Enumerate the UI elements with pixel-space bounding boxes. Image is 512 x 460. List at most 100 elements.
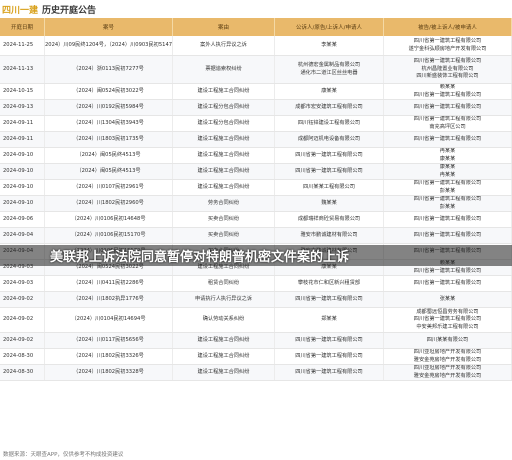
cell-case-number-line: （2024）闽05民终4513号 <box>76 151 141 158</box>
cell-cause-line: 建设工程施工合同纠纷 <box>197 135 250 142</box>
table-row[interactable]: 2024-09-06 （2024）川0106民初14648号 买卖合同纠纷 成都瑞祥商… <box>0 212 512 228</box>
cell-plaintiff-line: 成都瑞祥商砼贸易有限公司 <box>297 215 361 222</box>
cell-plaintiff-line: 四川某某工程有限公司 <box>303 183 355 190</box>
cell-plaintiff: 成都阿迈机电设备有限公司 <box>275 132 384 147</box>
page-title: 历史开庭公告 <box>42 5 97 16</box>
cell-defendant-line: 四川省第一建筑工程有限公司 <box>413 37 482 44</box>
cell-plaintiff: 四川省第一建筑工程有限公司 <box>275 164 384 179</box>
cell-cause: 案外人执行异议之诉 <box>173 36 275 55</box>
cell-defendant-line: 中安美邦乐建工程有限公司 <box>416 323 479 330</box>
column-header-defendant[interactable]: 被告/被上诉人/被申请人 <box>384 18 512 36</box>
cell-defendant: 康某某 冉某某 <box>384 164 512 179</box>
cell-cause: 建设工程分包合同纠纷 <box>173 100 275 115</box>
table-body: 2024-11-25 （2024）川09民终1204号，（2024）川0903民初… <box>0 36 512 381</box>
brand-label: 四川一建 <box>2 5 39 16</box>
cell-cause: 申请执行人执行异议之诉 <box>173 292 275 307</box>
cell-cause-line: 建设工程分包合同纠纷 <box>197 119 250 126</box>
cell-date: 2024-09-02 <box>0 292 45 307</box>
table-row[interactable]: 2024-09-10 （2024）川0107民初2961号 建设工程施工合同纠纷 四川… <box>0 180 512 196</box>
table-header: 开庭日期 案号 案由 公诉人/原告/上诉人/申请人 被告/被上诉人/被申请人 <box>0 18 512 36</box>
court-notice-table: 开庭日期 案号 案由 公诉人/原告/上诉人/申请人 被告/被上诉人/被申请人 2… <box>0 18 512 381</box>
cell-case-number: （2024）川0107民初2961号 <box>45 180 173 195</box>
cell-cause: 建设工程施工合同纠纷 <box>173 333 275 348</box>
cell-case-number-line: （2024）川0107民初2961号 <box>73 183 144 190</box>
table-row[interactable]: 2024-09-02 （2024）川1802执异1776号 申请执行人执行异议之诉 四… <box>0 292 512 308</box>
cell-case-number: （2024）闽0524民初3022号 <box>45 84 173 99</box>
cell-date: 2024-11-25 <box>0 36 45 55</box>
news-banner[interactable]: 美联邦上诉法院同意暂停对特朗普机密文件案的上诉 <box>0 245 512 266</box>
table-row[interactable]: 2024-09-04 （2024）川0106民初15170号 买卖合同纠纷 雅安市鹏诚… <box>0 228 512 244</box>
cell-defendant-line: 四川省第一建筑工程有限公司 <box>413 135 482 142</box>
cell-defendant: 赖某某四川省第一建筑工程有限公司 <box>384 84 512 99</box>
table-row[interactable]: 2024-11-25 （2024）川09民终1204号，（2024）川0903民初… <box>0 36 512 56</box>
cell-defendant-line: 四川省第一建筑工程有限公司 <box>413 116 482 122</box>
cell-plaintiff: 成都市宏安建筑工程有限公司 <box>275 100 384 115</box>
table-row[interactable]: 2024-09-02 （2024）川0117民初5656号 建设工程施工合同纠纷 四川… <box>0 333 512 349</box>
cell-case-number-line: （2024）川0106民初14648号 <box>71 215 146 222</box>
cell-case-number-line: （2024）川0104民初14694号 <box>71 316 146 323</box>
cell-plaintiff-line: 四川省第一建筑工程有限公司 <box>295 368 363 375</box>
table-row[interactable]: 2024-09-03 （2024）川0411民初2286号 租赁合同纠纷 攀枝花市仁和… <box>0 276 512 292</box>
cell-case-number-line: （2024）浙0113民初7277号 <box>73 65 144 72</box>
cell-date: 2024-09-02 <box>0 333 45 348</box>
table-row[interactable]: 2024-09-11 （2024）川1304民初3943号 建设工程分包合同纠纷 四川… <box>0 116 512 132</box>
cell-case-number: （2024）川09民终1204号，（2024）川0903民初5147号 <box>45 36 173 55</box>
cell-plaintiff: 攀枝花市仁和区新兴租赁部 <box>275 276 384 291</box>
cell-defendant: 四川省第一建筑工程有限公司 彭某某 <box>384 196 512 211</box>
cell-date: 2024-09-06 <box>0 212 45 227</box>
table-row[interactable]: 2024-08-30 （2024）川1802民初3326号 建设工程施工合同纠纷 四川… <box>0 349 512 365</box>
cell-case-number: （2024）川0106民初14648号 <box>45 212 173 227</box>
cell-cause-line: 确认劳动关系纠纷 <box>202 316 245 323</box>
cell-date: 2024-10-15 <box>0 84 45 99</box>
column-header-date[interactable]: 开庭日期 <box>0 18 45 36</box>
column-header-case-number[interactable]: 案号 <box>45 18 173 36</box>
cell-defendant-line: 康某某 <box>439 164 456 170</box>
table-row[interactable]: 2024-09-13 （2024）川0192民初5984号 建设工程分包合同纠纷 成都… <box>0 100 512 116</box>
column-header-cause[interactable]: 案由 <box>173 18 275 36</box>
cell-plaintiff-line: 四川钰锌建设工程有限公司 <box>297 119 361 126</box>
cell-date: 2024-08-30 <box>0 365 45 380</box>
table-row[interactable]: 2024-08-30 （2024）川1802民初3328号 建设工程施工合同纠纷 四川… <box>0 365 512 381</box>
table-row[interactable]: 2024-11-13 （2024）浙0113民初7277号 票据追索权纠纷 杭州德宏金… <box>0 56 512 84</box>
table-row[interactable]: 2024-09-02 （2024）川0104民初14694号 确认劳动关系纠纷 郑某某… <box>0 308 512 333</box>
table-row[interactable]: 2024-09-10 （2024）川1802民初2960号 劳务合同纠纷 魏某某 四川省… <box>0 196 512 212</box>
cell-defendant: 四川亚坦房地产开发有限公司 雅安金苑房地产开发有限公司 <box>384 349 512 364</box>
cell-date: 2024-08-30 <box>0 349 45 364</box>
table-row[interactable]: 2024-09-10 （2024）闽05民终4513号 建设工程施工合同纠纷 四川省第… <box>0 148 512 164</box>
cell-cause-line: 申请执行人执行异议之诉 <box>194 295 253 302</box>
cell-case-number-line: （2024）川1802民初2960号 <box>73 199 144 206</box>
cell-defendant-line: 张某某 <box>439 295 456 302</box>
cell-cause-line: 建设工程施工合同纠纷 <box>197 352 250 359</box>
cell-case-number-line: （2024）川09民终1204号，（2024）川0903民初5147号 <box>45 41 173 48</box>
cell-plaintiff: 四川省第一建筑工程有限公司 <box>275 148 384 163</box>
cell-plaintiff-line: 康某某 <box>321 87 337 94</box>
cell-defendant-line: 四川亚坦房地产开发有限公司 <box>413 365 482 371</box>
column-header-plaintiff[interactable]: 公诉人/原告/上诉人/申请人 <box>275 18 384 36</box>
cell-case-number: （2024）川1802民初3326号 <box>45 349 173 364</box>
table-row[interactable]: 2024-09-10 （2024）闽05民终4513号 建设工程施工合同纠纷 四川省第… <box>0 164 512 180</box>
cell-plaintiff-line: 魏某某 <box>321 199 337 206</box>
cell-plaintiff-line: 郑某某 <box>321 316 337 323</box>
cell-case-number: （2024）川0106民初15170号 <box>45 228 173 243</box>
cell-plaintiff: 四川钰锌建设工程有限公司 <box>275 116 384 131</box>
cell-plaintiff-line: 四川省第一建筑工程有限公司 <box>295 167 363 174</box>
cell-case-number: （2024）川1802民初3328号 <box>45 365 173 380</box>
cell-cause: 建设工程施工合同纠纷 <box>173 84 275 99</box>
cell-date: 2024-09-11 <box>0 116 45 131</box>
cell-plaintiff-line: 攀枝花市仁和区新兴租赁部 <box>297 279 361 286</box>
cell-defendant-line: 四川省第一建筑工程有限公司 <box>413 231 482 238</box>
cell-case-number: （2024）川0104民初14694号 <box>45 308 173 332</box>
cell-cause: 票据追索权纠纷 <box>173 56 275 83</box>
table-row[interactable]: 2024-09-11 （2024）川1803民初1735号 建设工程施工合同纠纷 成都… <box>0 132 512 148</box>
cell-defendant-line: 康某某 <box>439 155 456 162</box>
cell-cause-line: 租赁合同纠纷 <box>207 279 240 286</box>
cell-date: 2024-09-13 <box>0 100 45 115</box>
table-row[interactable]: 2024-10-15 （2024）闽0524民初3022号 建设工程施工合同纠纷 康某… <box>0 84 512 100</box>
cell-defendant: 四川某某有限公司 <box>384 333 512 348</box>
cell-plaintiff: 康某某 <box>275 84 384 99</box>
cell-cause-line: 建设工程施工合同纠纷 <box>197 87 250 94</box>
cell-defendant-line: 四川省第一建筑工程有限公司 <box>413 215 482 222</box>
cell-defendant: 四川亚坦房地产开发有限公司 雅安金苑房地产开发有限公司 <box>384 365 512 380</box>
cell-case-number: （2024）川1803民初1735号 <box>45 132 173 147</box>
page-header: 四川一建 历史开庭公告 <box>0 0 512 18</box>
